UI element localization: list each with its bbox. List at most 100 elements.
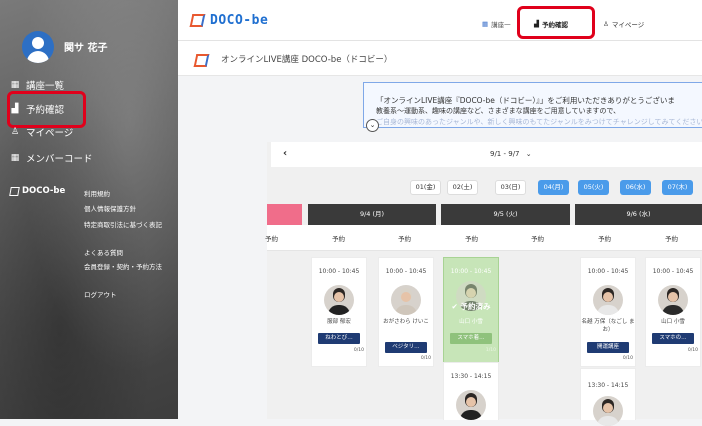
class-title-button[interactable]: スマホ着…: [450, 333, 492, 344]
class-card[interactable]: 13:30 - 14:15: [443, 362, 499, 420]
notice-line: 「オンラインLIVE講座『DOCO-be（ドコビー）』」をご利用いただきありがと…: [376, 96, 675, 105]
reserved-badge: ✔ 予約済み: [451, 302, 491, 311]
brand-logo-icon: [9, 186, 20, 196]
class-time: 13:30 - 14:15: [450, 373, 492, 380]
capacity-count: 0/10: [420, 356, 431, 361]
person-icon: ♙: [603, 20, 609, 28]
reserve-label[interactable]: 予約: [398, 233, 411, 243]
instructor-name: 山口 小雪: [661, 319, 685, 325]
day-column-header: 9/4 (月): [308, 204, 436, 225]
notice-line: ご自身の興味のあったジャンルや、新しく興味のもてたジャンルをみつけてチャレンジし…: [376, 118, 702, 126]
date-pill[interactable]: 01(金): [410, 180, 441, 195]
highlight-box: [7, 91, 86, 128]
class-title-button[interactable]: スマホの…: [652, 333, 694, 344]
class-time: 13:30 - 14:15: [587, 382, 629, 389]
user-avatar-icon[interactable]: [22, 31, 54, 63]
class-card[interactable]: 10:00 - 10:45 おがさわら けいこ ベジタリ… 0/10: [378, 257, 434, 367]
class-time: 10:00 - 10:45: [385, 268, 427, 275]
user-name: 関サ 花子: [64, 43, 108, 54]
reserve-label[interactable]: 予約: [332, 233, 345, 243]
day-column-header: 9/5 (火): [441, 204, 570, 225]
expand-chevron-icon[interactable]: ⌄: [366, 119, 379, 132]
page-title: オンラインLIVE講座 DOCO-be（ドコビー）: [221, 55, 393, 65]
top-header: DOCO-be ▦ 講座一 ▟ 予約確認 ♙ マイページ: [178, 0, 702, 41]
class-time: 10:00 - 10:45: [652, 268, 694, 275]
capacity-count: 1/10: [485, 348, 496, 353]
header-nav-label: マイページ: [611, 21, 645, 29]
instructor-photo: [456, 390, 486, 420]
class-time: 10:00 - 10:45: [318, 268, 360, 275]
page-subheader: オンラインLIVE講座 DOCO-be（ドコビー）: [178, 41, 702, 76]
instructor-name: 服部 郁宏: [327, 319, 351, 325]
calendar-icon: ▦: [10, 80, 20, 90]
sidebar-item-label: メンバーコード: [26, 154, 93, 165]
sidebar-item-mypage[interactable]: ♙ マイページ: [10, 125, 73, 139]
person-icon: ♙: [10, 127, 20, 137]
notice-box: 「オンラインLIVE講座『DOCO-be（ドコビー）』」をご利用いただきありがと…: [363, 82, 702, 128]
instructor-photo: [324, 285, 354, 315]
reserve-label[interactable]: 予約: [598, 233, 611, 243]
date-pill[interactable]: 06(水): [620, 180, 651, 195]
instructor-name: おがさわら けいこ: [383, 319, 429, 325]
capacity-count: 0/10: [622, 356, 633, 361]
reserve-label[interactable]: 予約: [531, 233, 544, 243]
class-time: 10:00 - 10:45: [587, 268, 629, 275]
footer-link-commerce-law[interactable]: 特定商取引法に基づく表記: [84, 221, 164, 230]
footer-link-registration-guide[interactable]: 会員登録・契約・予約方法: [84, 263, 164, 272]
class-time: 10:00 - 10:45: [450, 268, 492, 275]
date-pill[interactable]: 04(月): [538, 180, 569, 195]
sidebar-brand-label: DOCO-be: [22, 186, 66, 196]
week-range-label: 9/1 - 9/7: [490, 150, 520, 158]
capacity-count: 0/10: [353, 348, 364, 353]
sidebar-item-course-list[interactable]: ▦ 講座一覧: [10, 78, 64, 92]
class-card-reserved[interactable]: 10:00 - 10:45 ✔ 予約済み 山口 小雪 スマホ着… 1/10: [443, 257, 499, 367]
class-card[interactable]: 13:30 - 14:15: [580, 368, 636, 426]
footer-link-privacy[interactable]: 個人情報保護方針: [84, 205, 164, 214]
capacity-count: 0/10: [687, 348, 698, 353]
instructor-name: 山口 小雪: [459, 319, 483, 325]
instructor-photo: [593, 396, 623, 426]
class-card[interactable]: 10:00 - 10:45 山口 小雪 スマホの… 0/10: [645, 257, 701, 367]
day-column-header: 9/6 (水): [575, 204, 702, 225]
chevron-left-icon[interactable]: ‹: [283, 148, 287, 159]
chevron-down-icon: ⌄: [525, 150, 532, 158]
footer-link-logout[interactable]: ログアウト: [84, 291, 164, 300]
reserve-label[interactable]: 予約: [265, 233, 278, 243]
header-nav-course-list[interactable]: ▦ 講座一: [482, 19, 511, 29]
reserve-label[interactable]: 予約: [465, 233, 478, 243]
sidebar: 関サ 花子 ▦ 講座一覧 ▟ 予約確認 ♙ マイページ ▦ メンバーコード DO…: [0, 0, 178, 419]
highlight-box: [517, 6, 595, 39]
header-brand-label: DOCO-be: [210, 13, 269, 28]
header-nav-mypage[interactable]: ♙ マイページ: [603, 19, 644, 29]
class-card[interactable]: 10:00 - 10:45 名越 万保（なごし まお） 開運講座 0/10: [580, 257, 636, 367]
instructor-photo: [658, 285, 688, 315]
class-title-button[interactable]: ベジタリ…: [385, 342, 427, 353]
date-pill[interactable]: 03(日): [495, 180, 526, 195]
week-range-dropdown[interactable]: 9/1 - 9/7 ⌄: [490, 150, 532, 158]
sidebar-item-label: マイページ: [26, 128, 74, 139]
notice-line: 教養系～運動系、趣味の講座など、さまざまな講座をご用意していますので、: [376, 107, 621, 115]
brand-logo-icon: [193, 54, 210, 67]
footer-link-terms[interactable]: 利用規約: [84, 190, 164, 199]
date-pill[interactable]: 05(火): [578, 180, 609, 195]
class-card[interactable]: 10:00 - 10:45 服部 郁宏 ねわとび… 0/10: [311, 257, 367, 367]
reserve-label[interactable]: 予約: [665, 233, 678, 243]
brand-logo-icon: [189, 14, 206, 27]
sidebar-item-member-code[interactable]: ▦ メンバーコード: [10, 151, 93, 165]
class-title-button[interactable]: ねわとび…: [318, 333, 360, 344]
instructor-photo: [391, 285, 421, 315]
date-pill[interactable]: 07(木): [662, 180, 693, 195]
instructor-name: 名越 万保（なごし まお）: [581, 319, 635, 333]
instructor-photo: [593, 285, 623, 315]
header-nav-label: 講座一: [491, 21, 511, 29]
date-pill[interactable]: 02(土): [447, 180, 478, 195]
class-title-button[interactable]: 開運講座: [587, 342, 629, 353]
sidebar-brand[interactable]: DOCO-be: [9, 186, 66, 196]
footer-link-faq[interactable]: よくある質問: [84, 249, 164, 258]
calendar-icon: ▦: [482, 20, 489, 28]
header-brand[interactable]: DOCO-be: [189, 13, 269, 28]
day-column-header: [267, 204, 302, 225]
grid-icon: ▦: [10, 153, 20, 163]
sidebar-item-label: 講座一覧: [26, 81, 65, 92]
week-selector-bar: ‹ 9/1 - 9/7 ⌄: [271, 142, 702, 167]
